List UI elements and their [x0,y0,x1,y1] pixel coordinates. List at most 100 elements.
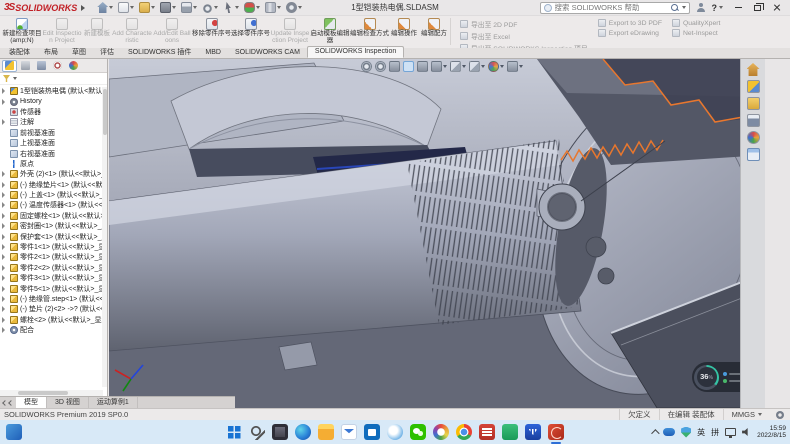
tree-item[interactable]: History [0,96,107,106]
tab-scroll-buttons[interactable] [0,397,16,408]
taskbar-search-icon[interactable] [249,424,265,440]
headsup-button[interactable] [450,61,466,72]
security-shield-icon[interactable] [681,427,691,438]
tree-filter[interactable] [0,73,107,85]
taskbar-clock[interactable]: 15:59 2022/8/15 [757,425,786,440]
graphics-area[interactable]: 36 % [109,59,765,408]
restore-button[interactable] [748,1,767,15]
ribbon-button[interactable]: 新建检查项目 (amp;N) [2,17,42,47]
chevron-down-icon[interactable] [682,6,686,9]
tree-item[interactable]: (-) 温度传感器<1> (默认<<默认>_ [0,200,107,210]
qat-button[interactable] [202,2,218,13]
ribbon-button[interactable]: Add/Edit Balloons [152,17,192,47]
home-pane-icon[interactable] [747,63,760,76]
chevron-up-icon[interactable] [651,429,659,437]
search-icon[interactable] [670,3,679,12]
file-explorer-pane-icon[interactable] [747,97,760,110]
tree-item[interactable]: 固定螺栓<1> (默认<<默认>_显示 [0,211,107,221]
wechat-icon[interactable] [410,424,426,440]
file-explorer-icon[interactable] [318,424,334,440]
reader-app-icon[interactable] [479,424,495,440]
ribbon-button[interactable]: Edit Inspection Project [42,17,82,47]
notes-app-icon[interactable] [502,424,518,440]
chrome-icon[interactable] [456,424,472,440]
solidworks-app-icon[interactable] [548,424,564,440]
store-icon[interactable] [364,424,380,440]
headsup-button[interactable] [389,61,400,72]
qat-button[interactable] [244,2,260,13]
tree-item[interactable]: (-) 垫片 (2)<2> ->? (默认<<默认 [0,304,107,314]
tree-item[interactable]: 螺栓<2> (默认<<默认>_显示状态 [0,315,107,325]
edge-icon[interactable] [295,424,311,440]
headsup-button[interactable] [361,61,372,72]
menu-expand-icon[interactable] [81,5,85,11]
tree-item[interactable]: 注解 [0,117,107,127]
ribbon-tab[interactable]: SOLIDWORKS 插件 [121,48,198,58]
headsup-button[interactable] [469,61,485,72]
headsup-button[interactable] [417,61,428,72]
tree-item[interactable]: 传感器 [0,107,107,117]
qat-button[interactable] [97,2,113,13]
model-tab[interactable]: 模型 [16,397,47,408]
qat-button[interactable] [181,2,197,13]
tree-item[interactable]: 配合 [0,325,107,335]
tree-item[interactable]: 保护套<1> (默认<<默认>_显示状 [0,231,107,241]
statusbar-item[interactable]: 欠定义 [619,409,659,420]
user-account-icon[interactable] [696,3,706,13]
appearances-icon[interactable] [747,131,760,144]
tree-root-item[interactable]: 1型铠装热电偶 (默认<默认_显示状态-1 [0,86,107,96]
start-icon[interactable] [226,424,242,440]
close-button[interactable] [767,1,786,15]
model-tab[interactable]: 运动算例1 [89,397,138,408]
design-library-icon[interactable] [747,80,760,93]
headsup-button[interactable] [507,61,523,72]
ribbon-button[interactable]: Update Inspection Project [270,17,310,47]
ribbon-button[interactable]: 编辑检查方式 [350,17,389,47]
qat-button[interactable] [265,2,281,13]
export-item[interactable]: 导出至 Excel [460,31,588,41]
ribbon-tab[interactable]: 布局 [37,48,65,58]
panel-tab[interactable] [2,60,17,72]
tree-item[interactable]: 零件3<1> (默认<<默认>_显示状态 [0,273,107,283]
headsup-button[interactable] [375,61,386,72]
ribbon-button[interactable]: 移除零件序号 [192,17,231,47]
ribbon-button[interactable]: 新建模板 [82,17,112,47]
tree-item[interactable]: 前视基准面 [0,128,107,138]
tree-item[interactable]: 零件1<1> (默认<<默认>_显示状态 [0,242,107,252]
browser-ring-icon[interactable] [433,424,449,440]
tree-item[interactable]: (-) 上盖<1> (默认<<默认>_显示状 [0,190,107,200]
help-search-box[interactable]: 搜索 SOLIDWORKS 帮助 [540,2,690,14]
export-item[interactable]: QualityXpert [672,19,720,27]
ribbon-button[interactable]: Add Characteristic [112,17,152,47]
onedrive-icon[interactable] [663,428,675,436]
tree-item[interactable]: 原点 [0,159,107,169]
ribbon-button[interactable]: 启动模板编辑器 [310,17,350,47]
qat-button[interactable] [223,2,239,13]
export-item[interactable]: Export eDrawing [598,29,662,37]
panel-tab[interactable] [50,60,65,72]
statusbar-item[interactable]: MMGS [723,409,770,420]
ribbon-button[interactable]: 选择零件序号 [231,17,270,47]
volume-icon[interactable] [742,428,751,437]
widgets-icon[interactable] [6,424,22,440]
qat-button[interactable] [160,2,176,13]
custom-properties-icon[interactable] [747,148,760,161]
export-item[interactable]: Net-Inspect [672,29,720,37]
model-tab[interactable]: 3D 视图 [47,397,89,408]
panel-tab[interactable] [34,60,49,72]
ime-mode-text[interactable]: 英 [697,427,705,438]
headsup-button[interactable] [431,61,447,72]
panel-tab[interactable] [66,60,81,72]
display-tray-icon[interactable] [725,428,736,436]
qat-button[interactable] [139,2,155,13]
tree-item[interactable]: 外壳 (2)<1> (默认<<默认>_显示状 [0,169,107,179]
ribbon-tab[interactable]: SOLIDWORKS Inspection [307,46,404,58]
word-app-icon[interactable] [525,424,541,440]
minimize-button[interactable] [729,1,748,15]
tree-item[interactable]: (-) 绝缘管.step<1> (默认<<默认 [0,294,107,304]
ribbon-button[interactable]: 编辑配方 [419,17,449,47]
help-button[interactable]: ? [712,3,724,13]
tree-item[interactable]: 上视基准面 [0,138,107,148]
statusbar-gear-icon[interactable] [776,411,784,419]
app-window-icon[interactable] [272,424,288,440]
